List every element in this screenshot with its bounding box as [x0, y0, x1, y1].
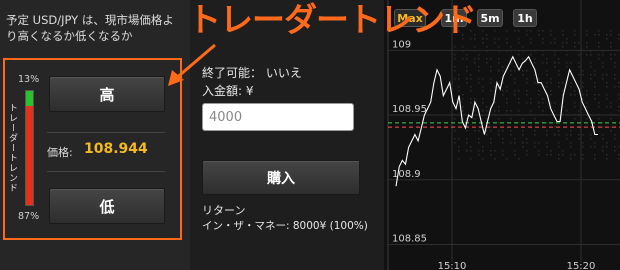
y-tick-label: 108.95 [392, 104, 427, 115]
divider [47, 132, 165, 133]
x-tick-label: 15:20 [567, 261, 596, 270]
trend-bar-high-fill [26, 91, 33, 106]
x-tick-label: 15:10 [438, 261, 467, 270]
y-tick-label: 108.85 [392, 233, 427, 244]
trader-trend-annotation: トレーダートレンド [188, 0, 477, 39]
price-series-line [395, 55, 598, 187]
investment-amount-input[interactable] [202, 103, 354, 131]
prediction-question: 予定 USD/JPY は、現市場価格より高くなるか低くなるか [6, 13, 174, 43]
range-1h-button[interactable]: 1h [513, 9, 537, 27]
price-value: 108.944 [84, 141, 148, 157]
chart-svg: 109 108.95 108.9 108.85 15:10 15:20 [387, 0, 620, 270]
in-the-money-payout: イン・ザ・マネー: 8000¥ (100%) [202, 220, 368, 232]
range-5m-button[interactable]: 5m [477, 9, 503, 27]
price-chart[interactable]: 109 108.95 108.9 108.85 15:10 15:20 Max 1m 5m… [384, 0, 620, 270]
y-tick-label: 108.9 [392, 169, 421, 180]
buy-button[interactable]: 購入 [202, 160, 360, 195]
low-button[interactable]: 低 [49, 188, 165, 224]
high-percentage: 13% [18, 74, 40, 85]
annotation-arrow-icon [168, 43, 216, 86]
trader-trend-box: 13% トレーダートレンド 87% 高 価格: 108.944 低 [3, 58, 182, 240]
divider [47, 171, 165, 172]
price-label: 価格: [47, 146, 73, 159]
high-button[interactable]: 高 [49, 76, 165, 112]
return-label: リターン [202, 204, 246, 217]
trader-trend-bar [25, 90, 34, 206]
low-percentage: 87% [18, 211, 40, 222]
y-tick-label: 109 [392, 39, 411, 50]
trader-trend-label: トレーダートレンド [7, 103, 17, 193]
